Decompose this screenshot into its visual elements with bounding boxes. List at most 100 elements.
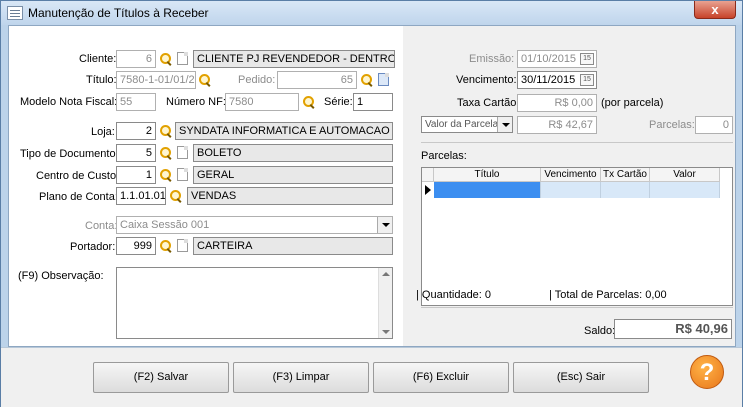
row-indicator-icon xyxy=(425,185,431,195)
serie-label: Série: xyxy=(324,96,353,108)
total-parcelas-label: | Total de Parcelas: 0,00 xyxy=(549,289,667,301)
pedido-input[interactable]: 65 xyxy=(277,71,357,89)
grid-cell-selected[interactable] xyxy=(434,182,541,198)
conta-label: Conta: xyxy=(85,220,118,232)
exit-button[interactable]: (Esc) Sair xyxy=(513,362,649,393)
parcelas-count-input[interactable]: 0 xyxy=(695,116,733,134)
search-icon[interactable] xyxy=(198,73,212,87)
valor-parcela-select[interactable]: Valor da Parcela xyxy=(421,116,513,133)
separator xyxy=(421,307,733,308)
scroll-down-icon[interactable] xyxy=(382,330,390,334)
document-icon[interactable] xyxy=(177,168,188,181)
cliente-label: Cliente: xyxy=(79,53,117,65)
search-icon[interactable] xyxy=(360,73,374,87)
column-header-valor[interactable]: Valor xyxy=(650,168,720,182)
app-icon xyxy=(7,6,23,20)
parcelas-grid[interactable]: Título Vencimento Tx Cartão Valor xyxy=(421,167,733,306)
grid-corner xyxy=(422,168,434,182)
grid-cell[interactable] xyxy=(601,182,650,198)
titulo-label: Título: xyxy=(86,74,117,86)
total-parcelas-text: Total de Parcelas: 0,00 xyxy=(554,289,667,301)
emissao-label: Emissão: xyxy=(469,53,515,65)
emissao-value: 01/10/2015 xyxy=(521,53,577,65)
search-icon[interactable] xyxy=(159,168,173,182)
centro-custo-name-field: GERAL xyxy=(193,166,393,184)
search-icon[interactable] xyxy=(302,95,316,109)
loja-label: Loja: xyxy=(91,126,115,138)
chevron-down-icon[interactable] xyxy=(497,117,512,132)
saldo-label: Saldo: xyxy=(584,325,616,337)
centro-custo-label: Centro de Custo: xyxy=(36,170,120,182)
grid-cell[interactable] xyxy=(650,182,720,198)
search-icon[interactable] xyxy=(159,52,173,66)
titulo-input[interactable]: 7580-1-01/01/2 xyxy=(116,71,196,89)
tipo-doc-label: Tipo de Documento: xyxy=(20,148,119,160)
column-header-tx-cartao[interactable]: Tx Cartão xyxy=(601,168,650,182)
vencimento-value: 30/11/2015 xyxy=(521,74,576,86)
saldo-field: R$ 40,96 xyxy=(614,319,732,339)
close-button[interactable]: x xyxy=(694,1,736,19)
taxa-input[interactable]: R$ 0,00 xyxy=(517,94,597,112)
modelo-input[interactable]: 55 xyxy=(116,93,156,111)
loja-name-field: SYNDATA INFORMATICA E AUTOMACAO CO xyxy=(175,122,393,140)
parcelas-count-label: Parcelas: xyxy=(649,119,695,131)
document-icon[interactable] xyxy=(177,239,188,252)
calendar-icon[interactable]: 15 xyxy=(580,53,594,65)
quantidade-text: Quantidade: 0 xyxy=(421,289,492,301)
taxa-suffix: (por parcela) xyxy=(601,97,664,109)
left-panel: Cliente: 6 CLIENTE PJ REVENDEDOR - DENTR… xyxy=(9,26,403,346)
calendar-icon[interactable]: 15 xyxy=(580,74,594,86)
document-icon[interactable] xyxy=(177,52,188,65)
pedido-label: Pedido: xyxy=(238,74,276,86)
column-header-titulo[interactable]: Título xyxy=(434,168,541,182)
search-icon[interactable] xyxy=(159,146,173,160)
tipo-doc-name-field: BOLETO xyxy=(193,144,393,162)
separator xyxy=(421,142,733,143)
observacao-scrollbar[interactable] xyxy=(378,268,392,338)
conta-select[interactable]: Caixa Sessão 001 xyxy=(116,216,393,234)
vencimento-input[interactable]: 30/11/2015 15 xyxy=(517,71,597,89)
main-window: Manutenção de Títulos à Receber x Client… xyxy=(0,0,743,407)
search-icon[interactable] xyxy=(169,189,183,203)
vencimento-label: Vencimento: xyxy=(456,74,517,86)
cliente-name-field: CLIENTE PJ REVENDEDOR - DENTRO UI xyxy=(193,50,395,68)
centro-custo-code-input[interactable]: 1 xyxy=(116,166,156,184)
observacao-label: (F9) Observação: xyxy=(18,270,104,282)
scroll-up-icon[interactable] xyxy=(382,272,390,276)
valor-parcela-input[interactable]: R$ 42,67 xyxy=(517,116,597,134)
conta-value: Caixa Sessão 001 xyxy=(120,219,210,231)
tipo-doc-code-input[interactable]: 5 xyxy=(116,144,156,162)
order-icon[interactable] xyxy=(378,73,389,86)
numero-nf-label: Número NF: xyxy=(166,96,226,108)
chevron-down-icon[interactable] xyxy=(377,217,392,233)
portador-label: Portador: xyxy=(70,241,116,253)
cliente-code-input[interactable]: 6 xyxy=(116,50,156,68)
parcelas-grid-title: Parcelas: xyxy=(421,150,467,162)
document-icon[interactable] xyxy=(177,146,188,159)
window-title: Manutenção de Títulos à Receber xyxy=(28,6,209,20)
plano-conta-label: Plano de Conta: xyxy=(39,191,118,203)
loja-code-input[interactable]: 2 xyxy=(116,122,156,140)
clear-button[interactable]: (F3) Limpar xyxy=(233,362,369,393)
search-icon[interactable] xyxy=(159,124,173,138)
portador-code-input[interactable]: 999 xyxy=(116,237,156,255)
observacao-textarea[interactable] xyxy=(116,267,393,339)
column-header-vencimento[interactable]: Vencimento xyxy=(541,168,601,182)
serie-input[interactable]: 1 xyxy=(353,93,393,111)
save-button[interactable]: (F2) Salvar xyxy=(93,362,229,393)
button-bar: (F2) Salvar (F3) Limpar (F6) Excluir (Es… xyxy=(1,347,742,407)
plano-conta-name-field: VENDAS xyxy=(187,187,393,205)
title-bar: Manutenção de Títulos à Receber x xyxy=(1,1,742,25)
search-icon[interactable] xyxy=(159,239,173,253)
quantidade-label: | Quantidade: 0 xyxy=(416,289,492,301)
portador-name-field: CARTEIRA xyxy=(193,237,393,255)
numero-nf-input[interactable]: 7580 xyxy=(225,93,299,111)
taxa-label: Taxa Cartão: xyxy=(457,97,520,109)
help-icon[interactable]: ? xyxy=(690,355,724,389)
plano-conta-code-input[interactable]: 1.1.01.01 xyxy=(116,187,166,205)
delete-button[interactable]: (F6) Excluir xyxy=(373,362,509,393)
grid-cell[interactable] xyxy=(541,182,601,198)
form-area: Cliente: 6 CLIENTE PJ REVENDEDOR - DENTR… xyxy=(8,25,736,347)
emissao-input[interactable]: 01/10/2015 15 xyxy=(517,50,597,68)
valor-parcela-option: Valor da Parcela xyxy=(425,119,499,130)
